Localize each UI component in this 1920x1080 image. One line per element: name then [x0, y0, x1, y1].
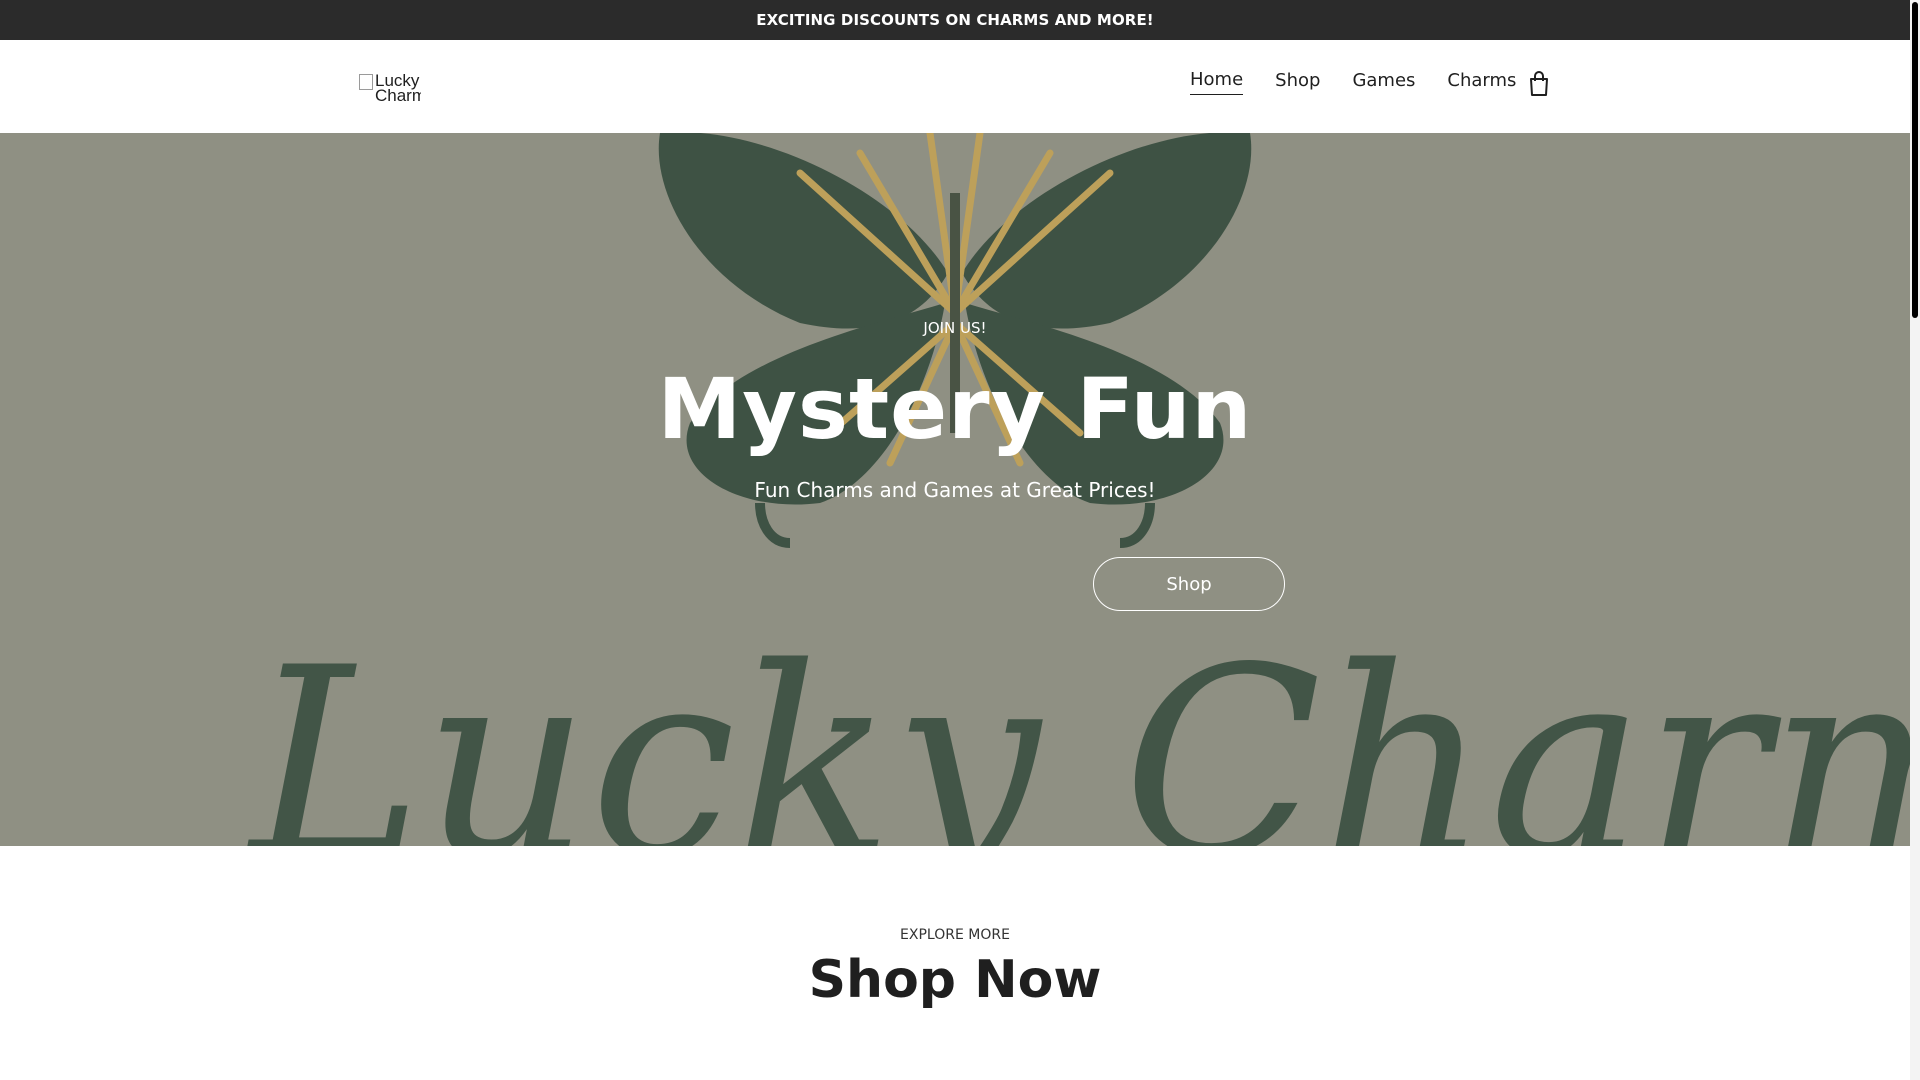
page-scrollbar[interactable]	[1910, 0, 1920, 1080]
nav-home[interactable]: Home	[1190, 68, 1244, 95]
scrollbar-thumb[interactable]	[1912, 2, 1918, 318]
hero-kicker: JOIN US!	[923, 319, 987, 337]
explore-title: Shop Now	[808, 950, 1102, 1010]
nav-shop[interactable]: Shop	[1275, 69, 1320, 95]
hero-content: JOIN US! Mystery Fun Fun Charms and Game…	[0, 133, 1910, 846]
hero-title: Mystery Fun	[657, 360, 1253, 458]
announcement-text: EXCITING DISCOUNTS ON CHARMS AND MORE!	[756, 11, 1154, 29]
hero-shop-button-label: Shop	[1166, 573, 1212, 595]
shopping-bag-icon	[1530, 71, 1548, 96]
hero-subtitle: Fun Charms and Games at Great Prices!	[754, 478, 1156, 502]
explore-kicker: EXPLORE MORE	[900, 927, 1010, 943]
announcement-bar: EXCITING DISCOUNTS ON CHARMS AND MORE!	[0, 0, 1910, 40]
hero-banner: Lucky Charm JOIN US! Mystery Fun Fun Cha…	[0, 133, 1910, 846]
main-nav: Home Shop Games Charms	[1190, 68, 1548, 95]
logo-alt-text: Lucky Charm	[375, 73, 421, 101]
hero-shop-button[interactable]: Shop	[1093, 557, 1285, 611]
nav-games[interactable]: Games	[1352, 69, 1415, 95]
page: EXCITING DISCOUNTS ON CHARMS AND MORE! L…	[0, 0, 1910, 1080]
nav-charms[interactable]: Charms	[1447, 69, 1516, 95]
broken-image-icon	[359, 74, 373, 90]
cart-button[interactable]	[1528, 71, 1550, 97]
site-header: Lucky Charm Home Shop Games Charms	[0, 40, 1910, 134]
logo[interactable]: Lucky Charm	[359, 73, 421, 101]
